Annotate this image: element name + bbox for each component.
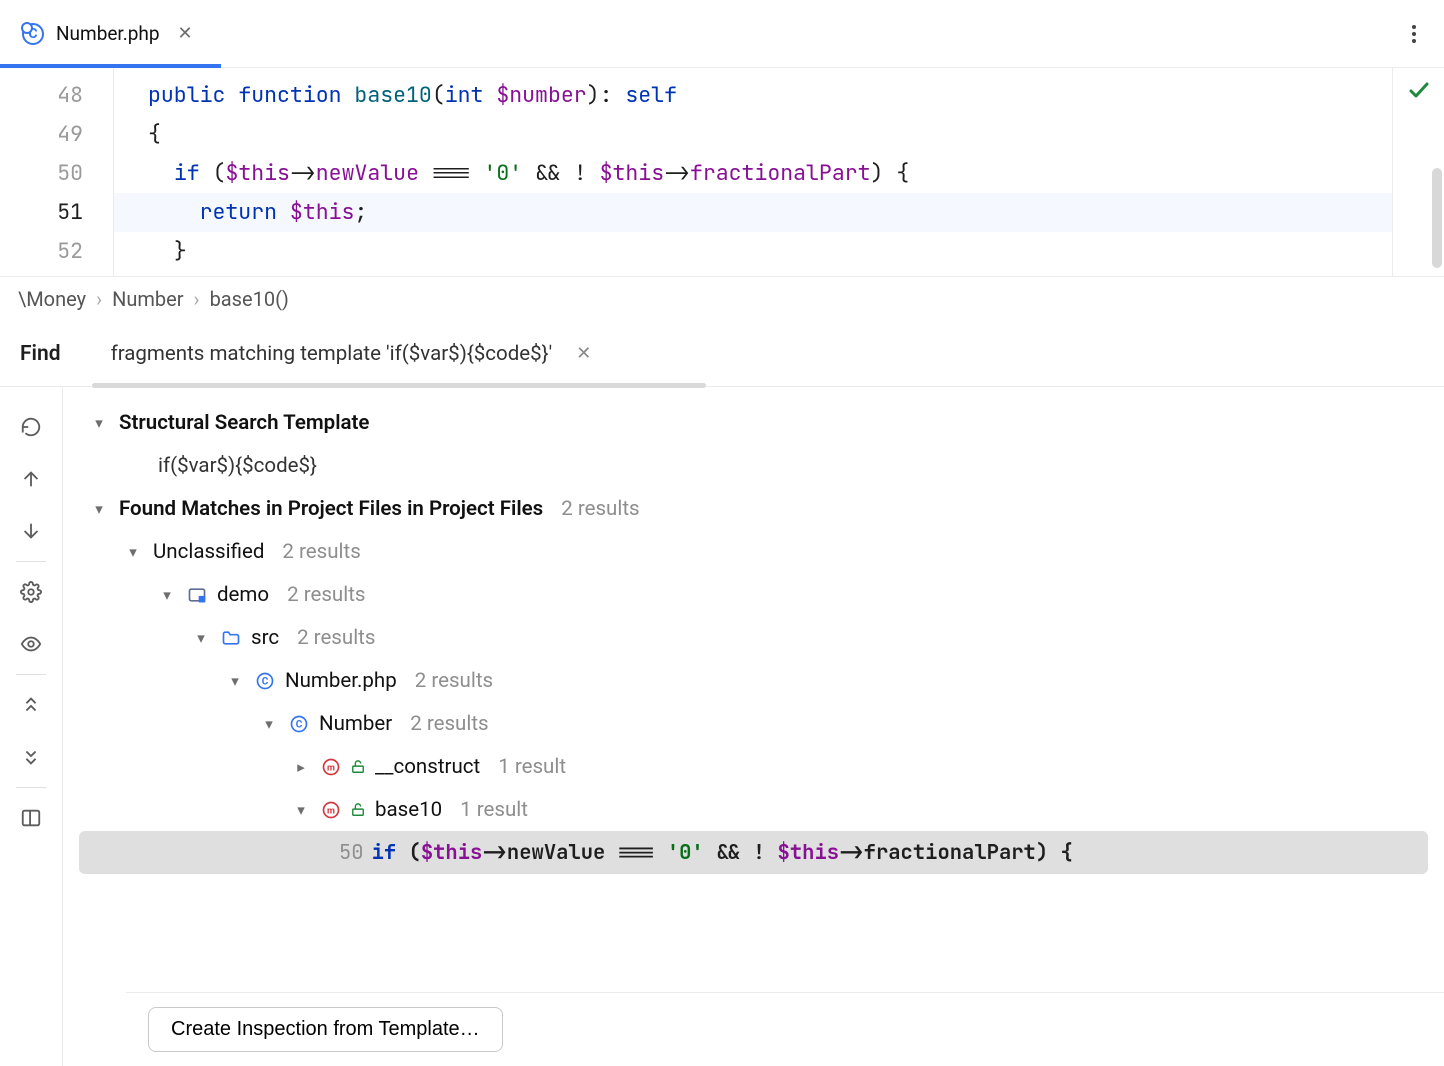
line-number: 51: [0, 193, 113, 232]
chevron-down-icon[interactable]: ▾: [225, 672, 245, 690]
template-text: if($var$){$code$}: [63, 444, 1444, 487]
breadcrumb-separator: ›: [96, 287, 102, 311]
tree-node-method[interactable]: ▸ m __construct 1 result: [63, 745, 1444, 788]
match-code: 50if ($this->newValue === '0' && ! $this…: [339, 839, 1073, 866]
find-toolbar: [0, 387, 63, 1066]
chevron-down-icon[interactable]: ▾: [89, 414, 109, 432]
layout-icon[interactable]: [15, 802, 47, 834]
result-count: 2 results: [297, 626, 375, 650]
line-number: 52: [0, 232, 113, 271]
tab-close-icon[interactable]: ✕: [172, 19, 199, 48]
tree-node-folder[interactable]: ▾ src 2 results: [63, 616, 1444, 659]
chevron-down-icon[interactable]: ▾: [259, 715, 279, 733]
find-panel-header: Find fragments matching template 'if($va…: [0, 321, 1444, 387]
result-count: 1 result: [460, 798, 528, 822]
module-icon: [187, 585, 207, 605]
line-number: 49: [0, 115, 113, 154]
chevron-right-icon[interactable]: ▸: [291, 758, 311, 776]
method-icon: m: [321, 757, 341, 777]
php-class-icon: C: [255, 671, 275, 691]
result-count: 1 result: [498, 755, 566, 779]
tree-node-method[interactable]: ▾ m base10 1 result: [63, 788, 1444, 831]
breadcrumb-item[interactable]: Number: [112, 287, 183, 311]
chevron-down-icon[interactable]: ▾: [291, 801, 311, 819]
section-title: Found Matches in Project Files in Projec…: [119, 497, 543, 521]
line-number: 48: [0, 76, 113, 115]
svg-text:C: C: [262, 676, 269, 687]
code-area[interactable]: public function base10(int $number): sel…: [114, 68, 1392, 276]
chevron-down-icon[interactable]: ▾: [89, 500, 109, 518]
chevron-down-icon[interactable]: ▾: [191, 629, 211, 647]
editor-tabbar: C Number.php ✕: [0, 0, 1444, 68]
find-results-tree: ▾ Structural Search Template if($var$){$…: [63, 387, 1444, 1066]
code-line: public function base10(int $number): sel…: [114, 76, 1392, 115]
refresh-icon[interactable]: [15, 411, 47, 443]
editor-gutter: 48 49 50 51 52: [0, 68, 114, 276]
settings-icon[interactable]: [15, 576, 47, 608]
result-count: 2 results: [287, 583, 365, 607]
breadcrumb-separator: ›: [194, 287, 200, 311]
toolbar-separator: [16, 674, 46, 675]
find-bottom-bar: Create Inspection from Template…: [126, 992, 1444, 1066]
tab-filename: Number.php: [56, 22, 160, 45]
find-panel: ▾ Structural Search Template if($var$){$…: [0, 387, 1444, 1066]
chevron-down-icon[interactable]: ▾: [157, 586, 177, 604]
inspection-ok-icon[interactable]: [1407, 78, 1431, 102]
code-line: }: [114, 232, 1392, 271]
toolbar-separator: [16, 561, 46, 562]
result-count: 2 results: [415, 669, 493, 693]
method-icon: m: [321, 800, 341, 820]
public-visibility-icon: [351, 760, 365, 774]
public-visibility-icon: [351, 803, 365, 817]
section-title: Structural Search Template: [119, 411, 369, 435]
expand-all-icon[interactable]: [15, 689, 47, 721]
find-tab[interactable]: fragments matching template 'if($var$){$…: [111, 339, 600, 368]
chevron-down-icon[interactable]: ▾: [123, 543, 143, 561]
tree-match-row[interactable]: 50if ($this->newValue === '0' && ! $this…: [79, 831, 1428, 874]
svg-text:m: m: [327, 806, 335, 816]
svg-text:m: m: [327, 763, 335, 773]
tree-node-class[interactable]: ▾ C Number 2 results: [63, 702, 1444, 745]
create-inspection-button[interactable]: Create Inspection from Template…: [148, 1007, 503, 1052]
tree-section-template[interactable]: ▾ Structural Search Template: [63, 401, 1444, 444]
php-class-icon: C: [22, 23, 44, 45]
inspection-gutter: [1392, 68, 1444, 276]
preview-icon[interactable]: [15, 628, 47, 660]
editor-scrollbar[interactable]: [1432, 168, 1442, 268]
file-tab[interactable]: C Number.php ✕: [0, 0, 221, 67]
code-line: if ($this->newValue === '0' && ! $this->…: [114, 154, 1392, 193]
result-count: 2 results: [282, 540, 360, 564]
svg-text:C: C: [296, 719, 303, 730]
breadcrumb-item[interactable]: base10(): [210, 287, 289, 311]
find-tab-label: fragments matching template 'if($var$){$…: [111, 342, 553, 366]
result-count: 2 results: [410, 712, 488, 736]
line-number: 50: [0, 154, 113, 193]
tree-node-module[interactable]: ▾ demo 2 results: [63, 573, 1444, 616]
tree-node-unclassified[interactable]: ▾ Unclassified 2 results: [63, 530, 1444, 573]
code-line: return $this;: [114, 193, 1392, 232]
prev-occurrence-icon[interactable]: [15, 463, 47, 495]
next-occurrence-icon[interactable]: [15, 515, 47, 547]
find-title: Find: [20, 342, 61, 366]
toolbar-separator: [16, 787, 46, 788]
breadcrumb: \Money › Number › base10(): [0, 277, 1444, 321]
php-class-icon: C: [289, 714, 309, 734]
more-menu-icon[interactable]: [1402, 19, 1426, 49]
find-tab-close-icon[interactable]: ✕: [568, 339, 599, 368]
tree-node-file[interactable]: ▾ C Number.php 2 results: [63, 659, 1444, 702]
collapse-all-icon[interactable]: [15, 741, 47, 773]
folder-icon: [221, 628, 241, 648]
breadcrumb-item[interactable]: \Money: [18, 287, 86, 311]
code-line: {: [114, 115, 1392, 154]
code-editor[interactable]: 48 49 50 51 52 public function base10(in…: [0, 68, 1444, 277]
result-count: 2 results: [561, 497, 639, 521]
tree-section-found[interactable]: ▾ Found Matches in Project Files in Proj…: [63, 487, 1444, 530]
